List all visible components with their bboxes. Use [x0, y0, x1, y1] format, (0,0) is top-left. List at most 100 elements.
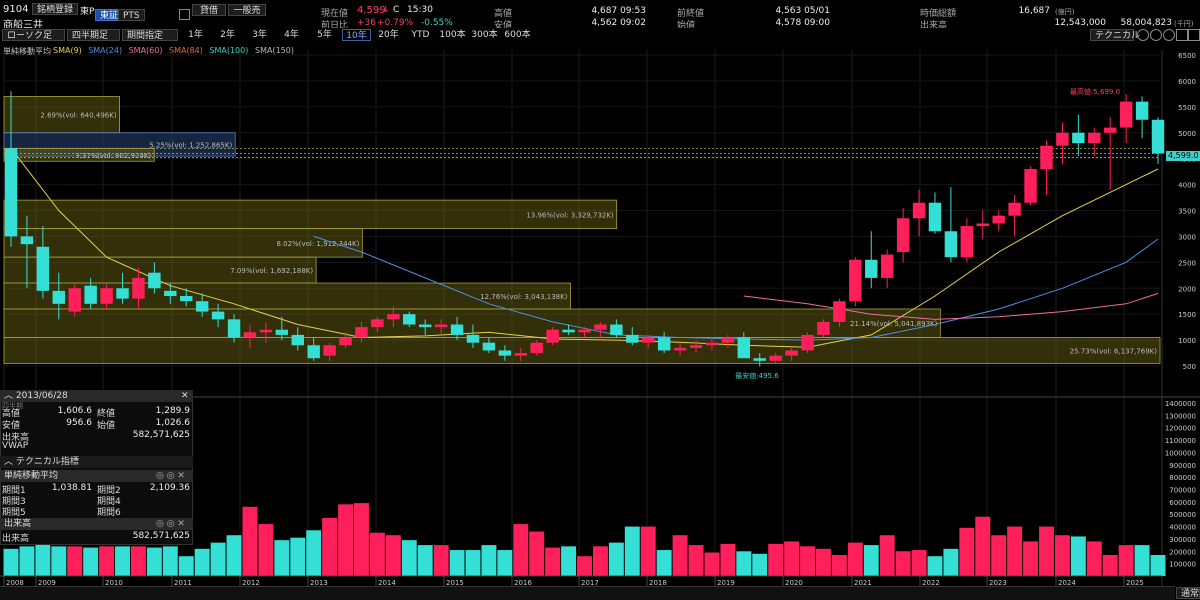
volume-bar-71: [1134, 545, 1150, 576]
tab-pts[interactable]: PTS: [118, 9, 145, 21]
candle-body-28: [450, 324, 464, 335]
volume-bar-31: [497, 550, 513, 576]
candle-body-17: [275, 329, 289, 335]
volume-bar-45: [720, 543, 736, 576]
volume-bar-19: [306, 530, 322, 576]
range-tab-3[interactable]: 4年: [277, 29, 306, 41]
range-tab-10[interactable]: 600本: [503, 29, 532, 41]
range-tab-2[interactable]: 3年: [245, 29, 274, 41]
volume-bar-22: [354, 503, 369, 576]
general-sell-button[interactable]: 一般売: [228, 4, 266, 16]
volume-bar-25: [401, 540, 417, 576]
candle-body-35: [562, 329, 575, 333]
volume-profile-label-4: 8.02%(vol: 1,912,344K): [276, 240, 359, 248]
candle-body-16: [259, 329, 273, 333]
vol-section-controls-icon[interactable]: ◎ ◎ ✕: [156, 519, 185, 529]
low-value: 4,562 09:02: [591, 18, 646, 28]
price-tick-3: 2000: [1178, 285, 1196, 293]
credit-button[interactable]: 貸借: [192, 4, 226, 16]
candle-body-20: [323, 345, 336, 356]
candle-body-37: [594, 324, 607, 330]
volume-bar-32: [513, 524, 529, 576]
candle-body-5: [84, 285, 97, 304]
volume-bar-1: [19, 546, 35, 576]
candle-body-34: [546, 329, 559, 343]
chevron-up-icon[interactable]: ︿: [4, 457, 13, 467]
volume-bar-57: [911, 550, 927, 576]
candle-body-12: [195, 301, 209, 312]
prev-diff-pct: +0.79%: [377, 18, 414, 28]
info-vol: 582,571,625: [132, 430, 190, 440]
range-tab-8[interactable]: 100本: [438, 29, 467, 41]
candle-body-56: [896, 218, 910, 252]
volume-tick-6: 700000: [1169, 487, 1196, 495]
price-tick-7: 4000: [1178, 182, 1196, 190]
settings-icon[interactable]: [1176, 29, 1188, 41]
chevron-up-icon[interactable]: ︿: [4, 391, 13, 401]
candle-body-26: [418, 324, 432, 328]
period-type-select[interactable]: 四半期足: [67, 29, 120, 41]
candle-body-8: [132, 277, 145, 299]
volume-bar-50: [800, 546, 815, 576]
volume-bar-53: [847, 542, 863, 576]
range-tab-7[interactable]: YTD: [406, 29, 435, 41]
candle-body-30: [482, 342, 496, 351]
info-date: 2013/06/28: [15, 391, 68, 401]
range-tab-9[interactable]: 300本: [470, 29, 499, 41]
normal-button[interactable]: 通常: [1176, 587, 1200, 599]
candle-body-43: [689, 345, 703, 348]
period-spec-select[interactable]: 期間指定: [122, 29, 178, 41]
register-button[interactable]: 銘柄登録: [32, 3, 79, 15]
stock-code: 9104: [3, 4, 29, 15]
volume-bar-70: [1118, 545, 1134, 576]
candle-body-57: [912, 202, 926, 219]
candle-body-71: [1135, 101, 1149, 120]
price-tick-4: 2500: [1178, 259, 1196, 267]
candle-body-72: [1151, 119, 1165, 154]
info-close-icon[interactable]: ✕: [181, 391, 189, 401]
zoom-out-icon[interactable]: [1163, 29, 1175, 41]
candle-body-6: [100, 288, 113, 304]
price-tick-12: 6500: [1178, 52, 1196, 60]
candle-body-65: [1040, 145, 1053, 170]
candle-body-48: [769, 355, 782, 361]
volume-tick-7: 800000: [1169, 474, 1196, 482]
candle-body-15: [243, 332, 257, 338]
range-tab-0[interactable]: 1年: [181, 29, 210, 41]
sma-section-controls-icon[interactable]: ◎ ◎ ✕: [156, 471, 185, 481]
volume-tick-2: 300000: [1169, 536, 1196, 544]
range-tab-6[interactable]: 20年: [374, 29, 403, 41]
candle-body-47: [753, 358, 766, 361]
sma-title: 単純移動平均: [4, 471, 59, 481]
candle-body-59: [944, 231, 958, 258]
search-icon[interactable]: [1137, 29, 1149, 41]
candle-body-9: [148, 272, 161, 289]
export-icon[interactable]: [1188, 29, 1200, 41]
candle-body-13: [211, 311, 225, 320]
range-tab-4[interactable]: 5年: [310, 29, 339, 41]
info-close: 1,289.9: [155, 406, 190, 416]
chart-type-select[interactable]: ローソク足: [2, 29, 65, 41]
zoom-in-icon[interactable]: [1150, 29, 1162, 41]
candle-body-27: [434, 324, 448, 328]
volume-bar-62: [991, 535, 1007, 576]
candle-body-19: [307, 345, 320, 359]
prev-diff: +36: [357, 18, 376, 28]
volume-bar-12: [194, 548, 210, 576]
volume-tick-10: 1100000: [1165, 437, 1196, 445]
volume-bar-21: [338, 504, 354, 576]
turnover-value: 58,004,823: [1120, 18, 1172, 28]
candle-body-39: [626, 334, 639, 343]
volume-bar-41: [656, 550, 672, 576]
candle-body-11: [180, 296, 193, 302]
scrollbar[interactable]: [0, 586, 1175, 600]
volume-bar-23: [369, 532, 385, 576]
volume-bar-63: [1007, 526, 1023, 576]
volume-bar-65: [1039, 526, 1054, 576]
technical-button[interactable]: テクニカル: [1090, 29, 1140, 41]
checkbox-icon[interactable]: [179, 9, 190, 20]
range-tab-1[interactable]: 2年: [213, 29, 242, 41]
volume-bar-33: [529, 531, 545, 576]
range-tab-5[interactable]: 10年: [342, 29, 371, 41]
volume-bar-10: [162, 546, 178, 576]
